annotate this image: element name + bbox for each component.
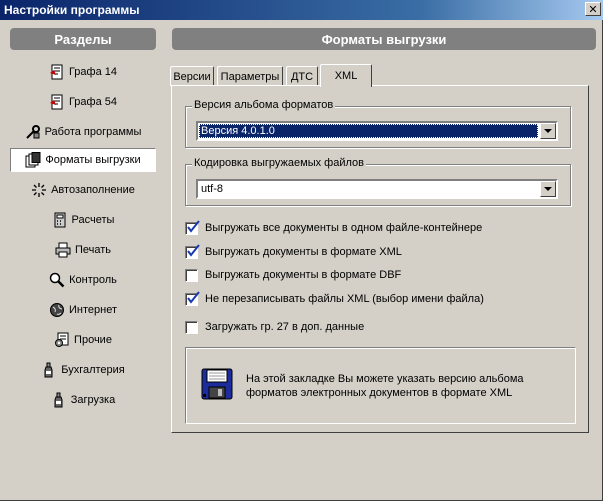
sidebar-item-label: Графа 54	[68, 96, 118, 108]
sidebar-header: Разделы	[10, 28, 156, 50]
album-version-group: Версия альбома форматов Версия 4.0.1.0	[185, 99, 571, 148]
globe-icon	[49, 302, 65, 318]
info-box: На этой закладке Вы можете указать верси…	[185, 347, 576, 424]
window-title: Настройки программы	[4, 3, 140, 17]
album-version-dropdown-button[interactable]	[540, 123, 556, 139]
check-mark-icon	[187, 290, 200, 304]
tab-xml[interactable]: XML	[320, 64, 372, 87]
album-version-legend: Версия альбома форматов	[192, 99, 336, 111]
info-text-line: На этой закладке Вы можете указать верси…	[246, 373, 524, 385]
sidebar-item-label: Форматы выгрузки	[45, 154, 141, 166]
checkbox-export-dbf[interactable]	[185, 268, 198, 282]
option-label: Загружать гр. 27 в доп. данные	[205, 321, 365, 333]
option-export-xml[interactable]: Выгружать документы в формате XML	[185, 243, 402, 260]
sidebar-item-internet[interactable]: Интернет	[10, 298, 156, 322]
magnifier-icon	[49, 272, 65, 288]
info-text: На этой закладке Вы можете указать верси…	[246, 372, 556, 400]
sidebar-item-autofill[interactable]: Автозаполнение	[10, 178, 156, 202]
option-export-dbf[interactable]: Выгружать документы в формате DBF	[185, 267, 401, 283]
sidebar-item-label: Печать	[74, 244, 112, 256]
bottle-icon	[41, 362, 57, 378]
encoding-select[interactable]: utf-8	[196, 179, 558, 199]
option-label: Выгружать документы в формате XML	[205, 246, 402, 258]
option-label: Выгружать документы в формате DBF	[205, 269, 402, 281]
sidebar-item-accounting[interactable]: Бухгалтерия	[10, 358, 156, 382]
sidebar-item-label: Интернет	[69, 304, 117, 316]
form-icon	[49, 94, 65, 110]
sidebar-item-grafa-14[interactable]: Графа 14	[10, 60, 156, 84]
option-label: Выгружать все документы в одном файле-ко…	[205, 222, 483, 234]
close-icon: ✕	[588, 2, 598, 16]
sidebar-item-control[interactable]: Контроль	[10, 268, 156, 292]
tab-label: Параметры	[220, 70, 280, 83]
sidebar-item-grafa-54[interactable]: Графа 54	[10, 90, 156, 114]
floppy-disk-icon	[201, 368, 233, 400]
title-bar[interactable]: Настройки программы ✕	[0, 0, 603, 20]
option-single-container[interactable]: Выгружать все документы в одном файле-ко…	[185, 219, 483, 236]
check-mark-icon	[187, 219, 200, 233]
bottle-icon	[51, 392, 67, 408]
checkbox-single-container[interactable]	[185, 219, 200, 235]
sidebar-item-label: Загрузка	[70, 394, 116, 406]
printer-icon	[55, 242, 71, 258]
sidebar-item-label: Расчеты	[71, 214, 115, 226]
tab-versions[interactable]: Версии	[170, 66, 214, 86]
sidebar-item-label: Бухгалтерия	[61, 364, 125, 376]
encoding-dropdown-button[interactable]	[540, 181, 556, 197]
checkbox-no-overwrite[interactable]	[185, 290, 200, 306]
tab-label: Версии	[173, 70, 211, 83]
sidebar-item-loading[interactable]: Загрузка	[10, 388, 156, 412]
sidebar-item-other[interactable]: Прочие	[10, 328, 156, 352]
tab-parameters[interactable]: Параметры	[217, 66, 283, 86]
sidebar-item-print[interactable]: Печать	[10, 238, 156, 262]
tools-icon	[25, 124, 41, 140]
settings-sheet-icon	[54, 332, 70, 348]
form-icon	[49, 64, 65, 80]
checkbox-load-gr27[interactable]	[185, 320, 198, 334]
close-button[interactable]: ✕	[585, 2, 601, 16]
settings-window: Настройки программы ✕ Разделы Графа 14 Г…	[0, 0, 603, 501]
tab-label: ДТС	[290, 70, 314, 83]
option-label: Не перезаписывать файлы XML (выбор имени…	[205, 293, 484, 305]
sidebar-item-label: Графа 14	[68, 66, 118, 78]
check-mark-icon	[187, 243, 200, 257]
album-version-value: Версия 4.0.1.0	[199, 124, 538, 138]
sidebar-item-program-work[interactable]: Работа программы	[10, 120, 156, 144]
chevron-down-icon	[544, 187, 552, 191]
info-text-line: форматов электронных документов в формат…	[246, 387, 513, 399]
calculator-icon	[52, 212, 68, 228]
encoding-legend: Кодировка выгружаемых файлов	[192, 157, 366, 169]
chevron-down-icon	[544, 129, 552, 133]
album-version-select[interactable]: Версия 4.0.1.0	[196, 121, 558, 141]
tab-dts[interactable]: ДТС	[286, 66, 318, 86]
page-title: Форматы выгрузки	[172, 28, 596, 50]
sparkle-icon	[31, 182, 47, 198]
documents-icon	[25, 152, 41, 168]
option-no-overwrite[interactable]: Не перезаписывать файлы XML (выбор имени…	[185, 290, 484, 307]
checkbox-export-xml[interactable]	[185, 243, 200, 259]
tab-label: XML	[334, 70, 358, 82]
encoding-group: Кодировка выгружаемых файлов utf-8	[185, 157, 571, 206]
sidebar-item-label: Контроль	[69, 274, 117, 286]
option-load-gr27[interactable]: Загружать гр. 27 в доп. данные	[185, 319, 364, 335]
sidebar-item-label: Работа программы	[44, 126, 142, 138]
encoding-value: utf-8	[201, 183, 224, 195]
sidebar-item-calculations[interactable]: Расчеты	[10, 208, 156, 232]
sidebar-item-label: Прочие	[74, 334, 112, 346]
sidebar-item-label: Автозаполнение	[51, 184, 135, 196]
sidebar-item-export-formats[interactable]: Форматы выгрузки	[10, 148, 156, 172]
sections-sidebar: Разделы Графа 14 Графа 54 Работа програм…	[0, 20, 164, 501]
